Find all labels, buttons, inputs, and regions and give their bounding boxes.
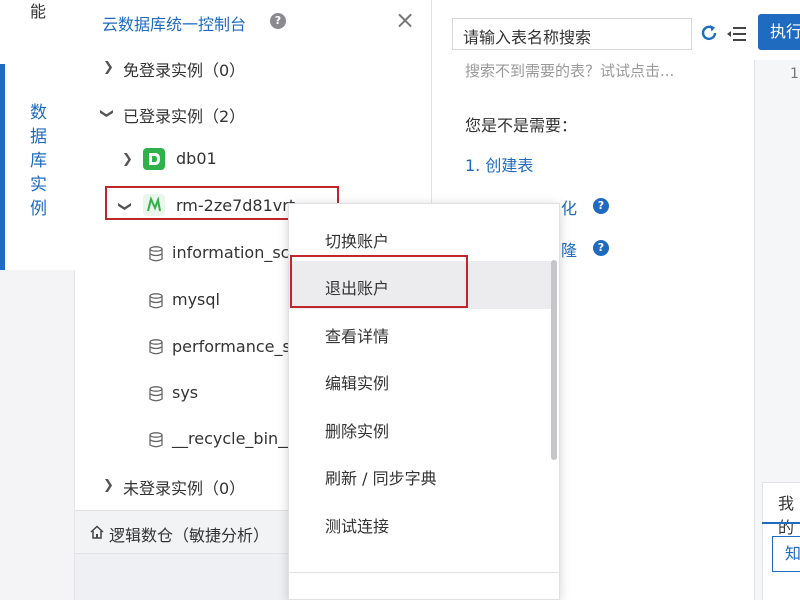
tree-db-item[interactable]: mysql bbox=[172, 290, 220, 309]
help-icon[interactable]: ? bbox=[270, 13, 286, 29]
menu-item-view-details[interactable]: 查看详情 bbox=[289, 309, 551, 357]
close-icon[interactable]: × bbox=[395, 6, 415, 34]
suggest-create-table[interactable]: 1. 创建表 bbox=[465, 152, 533, 176]
logical-warehouse-label: 逻辑数仓（敏捷分析） bbox=[109, 526, 270, 545]
refresh-icon[interactable] bbox=[698, 22, 720, 44]
tree-group-logged-in[interactable]: 已登录实例（2） bbox=[123, 103, 245, 127]
menu-item-test-connection[interactable]: 测试连接 bbox=[289, 499, 551, 547]
tree-group-not-logged-in[interactable]: 未登录实例（0） bbox=[123, 475, 245, 499]
rail-top-label: 能 bbox=[30, 2, 47, 21]
execute-button[interactable]: 执行 bbox=[758, 14, 800, 50]
database-icon bbox=[149, 246, 163, 262]
database-icon bbox=[149, 293, 163, 309]
menu-item-label: 编辑实例 bbox=[325, 374, 390, 393]
mysql-instance-icon bbox=[143, 148, 165, 170]
chevron-right-icon[interactable]: ❯ bbox=[103, 60, 114, 75]
bottom-right-button[interactable]: 知 bbox=[772, 536, 800, 572]
chevron-down-icon[interactable]: ❯ bbox=[99, 108, 114, 119]
table-search-input[interactable]: 请输入表名称搜索 bbox=[452, 18, 692, 50]
chevron-right-icon[interactable]: ❯ bbox=[103, 478, 114, 493]
help-icon[interactable]: ? bbox=[593, 198, 609, 214]
home-icon bbox=[90, 525, 104, 539]
tree-db-item[interactable]: information_sc bbox=[172, 243, 289, 262]
menu-item-label: 测试连接 bbox=[325, 517, 390, 536]
tab-active-indicator bbox=[762, 522, 800, 524]
suggest-item-2[interactable]: 化 bbox=[561, 195, 577, 219]
menu-scrollbar[interactable] bbox=[551, 260, 557, 460]
database-icon bbox=[149, 339, 163, 355]
menu-divider bbox=[288, 572, 560, 573]
tree-db-item[interactable]: sys bbox=[172, 383, 198, 402]
suggest-item-3[interactable]: 隆 bbox=[561, 237, 577, 261]
logout-highlight-box bbox=[290, 255, 468, 308]
tab-mine[interactable]: 我的 bbox=[778, 490, 800, 538]
database-icon bbox=[149, 432, 163, 448]
search-input-text: 请输入表名称搜索 bbox=[463, 28, 592, 47]
rail-item-db-instances-label: 数据库实例 bbox=[30, 103, 47, 219]
tree-instance-db01[interactable]: db01 bbox=[176, 149, 217, 168]
rail-top-item[interactable]: 能 bbox=[0, 0, 75, 64]
menu-item-label: 刷新 / 同步字典 bbox=[325, 469, 437, 488]
menu-item-label: 删除实例 bbox=[325, 422, 390, 441]
tree-db-item[interactable]: performance_s bbox=[172, 337, 291, 356]
list-menu-icon[interactable] bbox=[727, 26, 747, 42]
suggest-title: 您是不是需要： bbox=[465, 116, 578, 135]
chevron-right-icon[interactable]: ❯ bbox=[122, 152, 133, 167]
menu-item-edit-instance[interactable]: 编辑实例 bbox=[289, 356, 551, 404]
rail-active-indicator bbox=[0, 64, 5, 270]
database-icon bbox=[149, 386, 163, 402]
line-number: 1 bbox=[790, 66, 799, 82]
search-hint[interactable]: 搜索不到需要的表？试试点击... bbox=[465, 60, 674, 81]
help-icon[interactable]: ? bbox=[593, 240, 609, 256]
tree-db-item[interactable]: __recycle_bin__ bbox=[172, 429, 294, 448]
menu-item-delete-instance[interactable]: 删除实例 bbox=[289, 404, 551, 452]
tree-title: 云数据库统一控制台 bbox=[102, 15, 247, 34]
menu-item-refresh-sync[interactable]: 刷新 / 同步字典 bbox=[289, 451, 551, 499]
menu-item-label: 查看详情 bbox=[325, 327, 390, 346]
tree-group-free-login[interactable]: 免登录实例（0） bbox=[123, 57, 245, 81]
menu-item-label: 切换账户 bbox=[325, 232, 390, 251]
